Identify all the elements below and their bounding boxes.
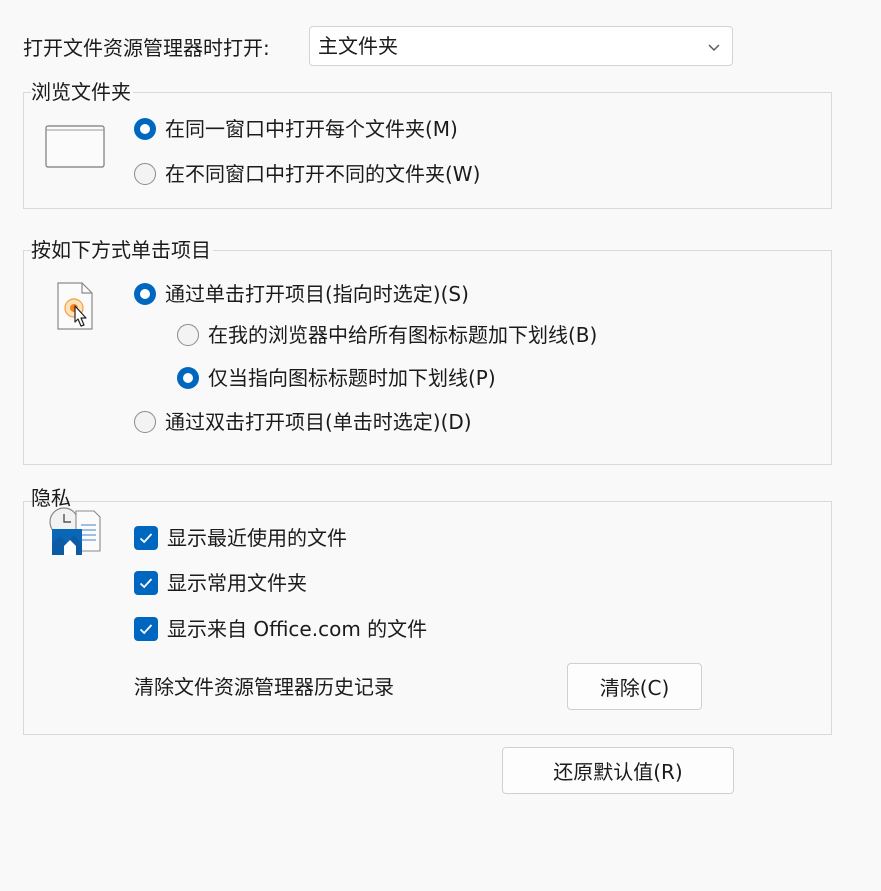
chevron-down-icon xyxy=(708,44,720,51)
check-office-files[interactable]: 显示来自 Office.com 的文件 xyxy=(134,615,427,643)
check-recent-files[interactable]: 显示最近使用的文件 xyxy=(134,524,347,552)
radio-label: 在我的浏览器中给所有图标标题加下划线(B) xyxy=(208,323,598,347)
checkbox[interactable] xyxy=(134,571,158,595)
checkbox-label: 显示来自 Office.com 的文件 xyxy=(167,617,428,641)
restore-defaults-button[interactable]: 还原默认值(R) xyxy=(502,747,734,794)
window-icon xyxy=(45,125,105,168)
radio-label: 通过双击打开项目(单击时选定)(D) xyxy=(165,410,472,434)
single-click-document-icon xyxy=(57,282,93,330)
radio-button[interactable] xyxy=(134,283,156,305)
radio-double-click[interactable]: 通过双击打开项目(单击时选定)(D) xyxy=(134,408,472,436)
clear-history-label: 清除文件资源管理器历史记录 xyxy=(134,675,394,699)
radio-button[interactable] xyxy=(177,324,199,346)
radio-single-click[interactable]: 通过单击打开项目(指向时选定)(S) xyxy=(134,280,469,308)
radio-button[interactable] xyxy=(177,367,199,389)
radio-same-window[interactable]: 在同一窗口中打开每个文件夹(M) xyxy=(134,115,458,143)
browse-folders-group xyxy=(23,92,832,209)
open-explorer-label: 打开文件资源管理器时打开: xyxy=(23,36,270,60)
radio-button[interactable] xyxy=(134,411,156,433)
radio-label: 通过单击打开项目(指向时选定)(S) xyxy=(165,282,469,306)
open-explorer-dropdown[interactable]: 主文件夹 xyxy=(309,26,733,66)
privacy-icon xyxy=(49,507,101,555)
check-icon xyxy=(139,533,153,544)
radio-new-window[interactable]: 在不同窗口中打开不同的文件夹(W) xyxy=(134,160,480,188)
clear-button[interactable]: 清除(C) xyxy=(567,663,702,710)
open-explorer-value: 主文件夹 xyxy=(318,34,398,58)
browse-folders-title: 浏览文件夹 xyxy=(31,78,133,106)
radio-label: 在同一窗口中打开每个文件夹(M) xyxy=(165,117,458,141)
check-icon xyxy=(139,624,153,635)
checkbox-label: 显示常用文件夹 xyxy=(167,571,307,595)
check-frequent-folders[interactable]: 显示常用文件夹 xyxy=(134,569,307,597)
radio-button[interactable] xyxy=(134,163,156,185)
checkbox-label: 显示最近使用的文件 xyxy=(167,526,347,550)
checkbox[interactable] xyxy=(134,526,158,550)
radio-underline-point[interactable]: 仅当指向图标标题时加下划线(P) xyxy=(177,364,496,392)
checkbox[interactable] xyxy=(134,617,158,641)
radio-button[interactable] xyxy=(134,118,156,140)
radio-underline-all[interactable]: 在我的浏览器中给所有图标标题加下划线(B) xyxy=(177,321,597,349)
check-icon xyxy=(139,578,153,589)
radio-label: 在不同窗口中打开不同的文件夹(W) xyxy=(165,162,481,186)
click-items-title: 按如下方式单击项目 xyxy=(31,236,213,264)
radio-label: 仅当指向图标标题时加下划线(P) xyxy=(208,366,496,390)
